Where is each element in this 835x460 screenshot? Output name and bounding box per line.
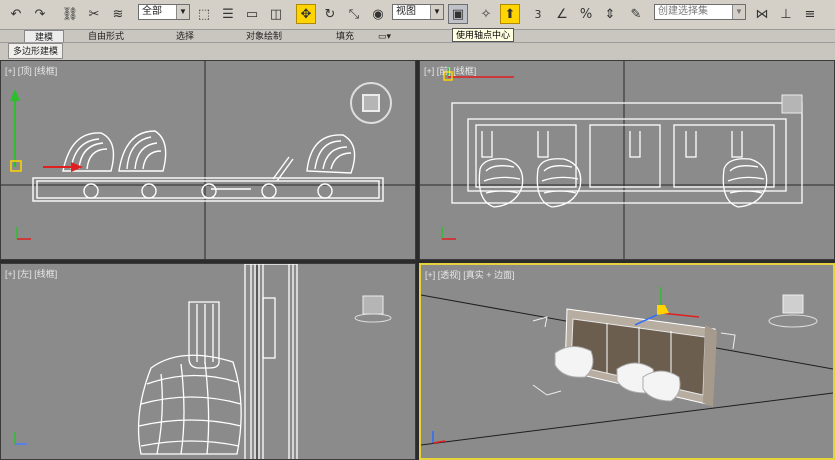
- tab-object-paint[interactable]: 对象绘制: [246, 30, 282, 42]
- keyboard-shortcut-override-icon[interactable]: ⬆: [500, 4, 520, 24]
- layer-manager-icon[interactable]: ≡: [800, 4, 820, 24]
- viewcube: [350, 82, 392, 124]
- viewcube: [781, 94, 803, 114]
- rectangular-selection-icon[interactable]: ▭: [242, 4, 262, 24]
- polygon-modeling-tab[interactable]: 多边形建模: [8, 43, 64, 59]
- select-and-scale-icon[interactable]: ⤡: [344, 4, 364, 24]
- mirror-icon[interactable]: ⋈: [752, 4, 772, 24]
- ribbon-panel-strip: [0, 43, 835, 60]
- select-and-rotate-icon[interactable]: ↻: [320, 4, 340, 24]
- link-icon[interactable]: ⛓: [60, 4, 80, 24]
- tab-populate[interactable]: 填充: [336, 30, 354, 42]
- tab-modeling[interactable]: 建模: [24, 30, 65, 42]
- tab-freeform[interactable]: 自由形式: [88, 30, 124, 42]
- percent-snap-icon[interactable]: %: [576, 4, 596, 24]
- angle-snap-icon[interactable]: ∠: [552, 4, 572, 24]
- viewport-label[interactable]: [+] [左] [线框]: [5, 267, 57, 280]
- ribbon-options-icon[interactable]: ▭▾: [378, 30, 391, 42]
- chevron-down-icon: ▼: [732, 5, 745, 19]
- bind-space-warp-icon[interactable]: ≋: [108, 4, 128, 24]
- edit-named-selection-icon[interactable]: ✎: [626, 4, 646, 24]
- redo-icon[interactable]: ↷: [30, 4, 50, 24]
- grid-axis-line: [421, 392, 833, 446]
- rack-wireframe: [451, 102, 803, 208]
- align-icon[interactable]: ⊥: [776, 4, 796, 24]
- tooltip: 使用轴点中心: [452, 28, 515, 42]
- chevron-down-icon: ▼: [430, 5, 443, 19]
- pivot-gizmo: [10, 89, 83, 172]
- top-view-wireframe: [1, 61, 415, 259]
- main-toolbar: ↶ ↷ ⛓ ✂ ≋ 全部 ▼ ⬚ ☰ ▭ ◫ ✥ ↻ ⤡ ◉ 视图 ▼ ▣ ✧ ⬆ …: [0, 0, 835, 30]
- named-selection-set-dropdown[interactable]: 创建选择集 ▼: [654, 4, 746, 20]
- undo-icon[interactable]: ↶: [6, 4, 26, 24]
- viewport-top[interactable]: [+] [顶] [线框]: [0, 60, 416, 260]
- tab-selection[interactable]: 选择: [176, 30, 194, 42]
- axis-tripod: [14, 432, 27, 445]
- viewport-left[interactable]: [+] [左] [线框]: [0, 263, 416, 460]
- select-and-manipulate-icon[interactable]: ✧: [476, 4, 496, 24]
- selection-filter-dropdown[interactable]: 全部 ▼: [138, 4, 190, 20]
- select-and-move-icon[interactable]: ✥: [296, 4, 316, 24]
- axis-tripod: [432, 431, 446, 444]
- rack-model: [532, 308, 736, 407]
- axis-tripod: [441, 227, 456, 240]
- snaps-toggle-icon[interactable]: 3: [528, 4, 548, 24]
- reference-coordinate-dropdown[interactable]: 视图 ▼: [392, 4, 444, 20]
- viewport-front[interactable]: [+] [前] [线框]: [419, 60, 835, 260]
- select-by-name-icon[interactable]: ☰: [218, 4, 238, 24]
- front-view-wireframe: [420, 61, 834, 259]
- viewcube: [768, 294, 818, 328]
- window-crossing-icon[interactable]: ◫: [266, 4, 286, 24]
- unlink-icon[interactable]: ✂: [84, 4, 104, 24]
- chevron-down-icon: ▼: [176, 5, 189, 19]
- viewcube: [354, 295, 392, 323]
- spinner-snap-icon[interactable]: ⇕: [600, 4, 620, 24]
- place-icon[interactable]: ◉: [368, 4, 388, 24]
- rack-wireframe: [32, 130, 384, 202]
- select-object-icon[interactable]: ⬚: [194, 4, 214, 24]
- viewport-perspective[interactable]: [+] [透视] [真实 + 边面]: [419, 263, 835, 460]
- use-pivot-point-center-icon[interactable]: ▣: [448, 4, 468, 24]
- rack-side-wireframe: [137, 264, 298, 459]
- axis-tripod: [16, 227, 31, 240]
- viewport-label[interactable]: [+] [前] [线框]: [424, 64, 476, 77]
- perspective-view-model: [421, 287, 833, 446]
- viewport-label[interactable]: [+] [透视] [真实 + 边面]: [425, 268, 515, 281]
- ribbon-tab-bar: 建模 自由形式 选择 对象绘制 填充 ▭▾: [0, 30, 835, 43]
- left-view-wireframe: [14, 264, 392, 459]
- viewport-label[interactable]: [+] [顶] [线框]: [5, 64, 57, 77]
